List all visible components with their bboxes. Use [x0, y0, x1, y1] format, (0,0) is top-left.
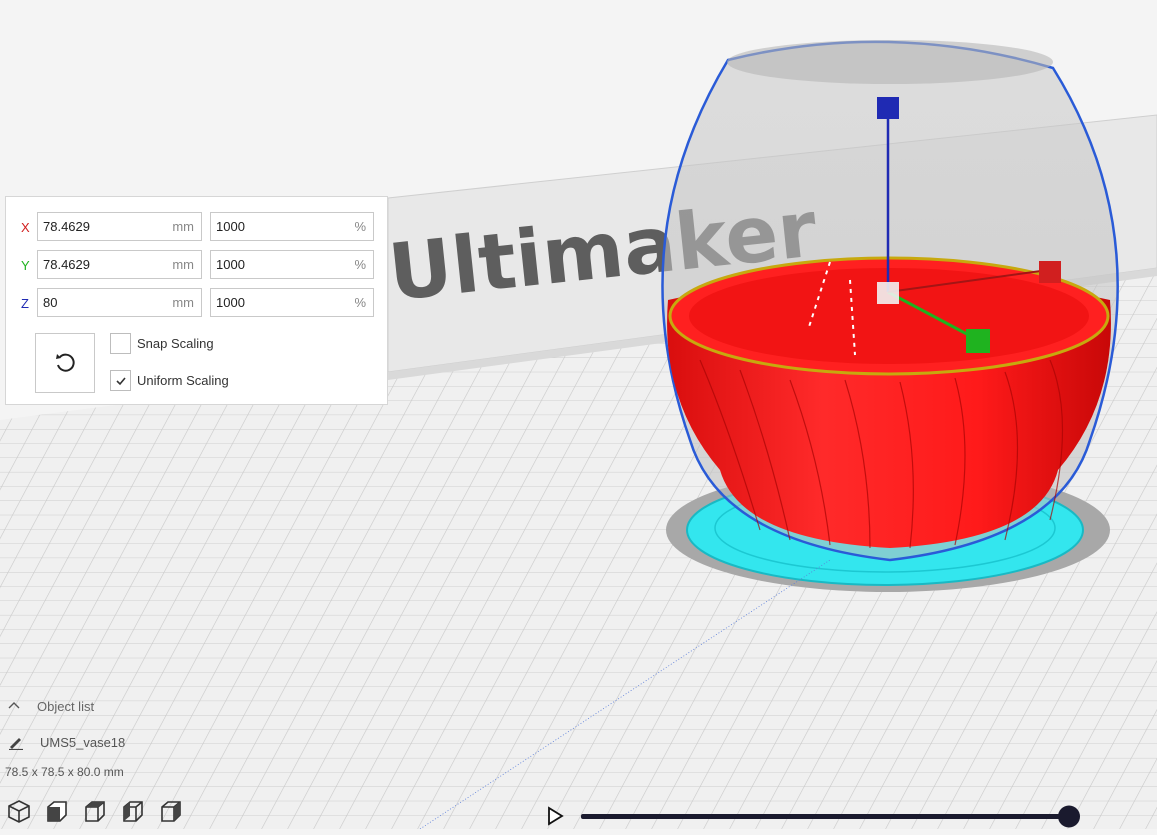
uniform-scale-handle[interactable]	[877, 282, 899, 304]
y-mm-unit: mm	[172, 257, 194, 272]
y-axis-handle[interactable]	[966, 329, 990, 353]
checkmark-icon	[115, 376, 126, 385]
y-axis-label: Y	[21, 258, 30, 273]
x-mm-field[interactable]: 78.4629 mm	[37, 212, 202, 241]
x-mm-value: 78.4629	[43, 219, 90, 234]
x-mm-unit: mm	[172, 219, 194, 234]
x-percent-unit: %	[354, 219, 366, 234]
x-axis-handle[interactable]	[1039, 261, 1061, 283]
z-mm-value: 80	[43, 295, 58, 310]
3d-view-icon[interactable]	[6, 798, 32, 824]
reset-icon	[56, 353, 75, 372]
x-percent-field[interactable]: 1000 %	[210, 212, 374, 241]
z-mm-unit: mm	[172, 295, 194, 310]
y-percent-value: 1000	[216, 257, 245, 272]
x-axis-label: X	[21, 220, 30, 235]
front-view-icon[interactable]	[44, 798, 70, 824]
view-orientation-toolbar	[6, 798, 184, 824]
object-list-toggle[interactable]	[8, 698, 20, 713]
object-dimensions: 78.5 x 78.5 x 80.0 mm	[5, 765, 124, 779]
uniform-scaling-checkbox[interactable]	[110, 370, 131, 391]
y-percent-field[interactable]: 1000 %	[210, 250, 374, 279]
layer-playback-bar	[545, 804, 1085, 830]
z-percent-value: 1000	[216, 295, 245, 310]
layer-slider-handle[interactable]	[1058, 805, 1080, 828]
build-plate-viewport[interactable]: Ultimaker	[0, 0, 1157, 829]
pencil-icon[interactable]	[8, 734, 24, 750]
snap-scaling-checkbox[interactable]	[110, 333, 131, 354]
z-axis-handle[interactable]	[877, 97, 899, 119]
scale-tool-panel: X 78.4629 mm 1000 % Y 78.4629 mm 1000 % …	[5, 196, 388, 405]
left-view-icon[interactable]	[120, 798, 146, 824]
z-percent-field[interactable]: 1000 %	[210, 288, 374, 317]
top-view-icon[interactable]	[82, 798, 108, 824]
uniform-scaling-label: Uniform Scaling	[137, 373, 229, 388]
object-name[interactable]: UMS5_vase18	[40, 735, 125, 750]
reset-scale-button[interactable]	[35, 333, 95, 393]
x-percent-value: 1000	[216, 219, 245, 234]
snap-scaling-label: Snap Scaling	[137, 336, 214, 351]
y-percent-unit: %	[354, 257, 366, 272]
z-axis-label: Z	[21, 296, 29, 311]
z-mm-field[interactable]: 80 mm	[37, 288, 202, 317]
y-mm-field[interactable]: 78.4629 mm	[37, 250, 202, 279]
right-view-icon[interactable]	[158, 798, 184, 824]
layer-slider-track[interactable]	[581, 814, 1069, 819]
object-list-header[interactable]: Object list	[37, 699, 94, 714]
play-icon[interactable]	[548, 806, 564, 826]
chevron-up-icon	[8, 702, 20, 709]
z-percent-unit: %	[354, 295, 366, 310]
y-mm-value: 78.4629	[43, 257, 90, 272]
